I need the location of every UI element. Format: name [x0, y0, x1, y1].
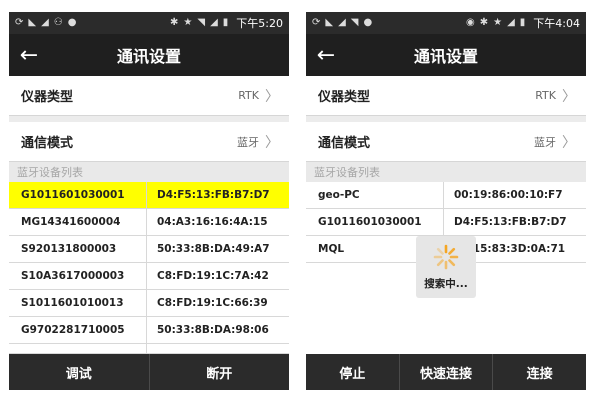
chevron-right-icon: 〉 [562, 134, 576, 151]
device-row[interactable]: geo-PC 00:19:86:00:10:F7 [306, 182, 586, 209]
chevron-right-icon: 〉 [265, 88, 279, 105]
device-row[interactable]: G1011601030001 D4:F5:13:FB:B7:D7 [9, 182, 289, 209]
wifi-icon: ◥ [197, 17, 206, 28]
android-icon: ● [67, 17, 77, 28]
device-name: G1011601030001 [306, 209, 444, 235]
wifi-icon: ◥ [350, 17, 359, 28]
battery-icon: ▮ [519, 17, 526, 28]
status-right-icons: ◉ ✱ ★ ◢ ▮ 下午4:04 [466, 15, 580, 31]
star-icon: ★ [183, 17, 193, 28]
status-bar: ⟳ ◣ ◢ ⚇ ● ✱ ★ ◥ ◢ ▮ 下午5:20 [9, 12, 289, 34]
device-mac: C8:FD:19:1C:66:39 [157, 297, 268, 309]
mute-icon: ◣ [325, 17, 334, 28]
sync-icon: ⟳ [312, 17, 321, 28]
stop-button[interactable]: 停止 [306, 354, 400, 390]
device-name: geo-PC [306, 182, 444, 208]
device-mac: D4:F5:13:FB:B7:D7 [454, 216, 567, 228]
device-row[interactable]: G9702281710005 50:33:8B:DA:98:06 [9, 317, 289, 344]
status-bar: ⟳ ◣ ◢ ◥ ● ◉ ✱ ★ ◢ ▮ 下午4:04 [306, 12, 586, 34]
setting-label: 仪器类型 [318, 90, 371, 105]
location-icon: ◉ [465, 17, 475, 28]
setting-instrument-type[interactable]: 仪器类型 RTK 〉 [306, 76, 586, 116]
device-row[interactable]: MG14341600004 04:A3:16:16:4A:15 [9, 209, 289, 236]
quick-connect-button[interactable]: 快速连接 [400, 354, 494, 390]
device-row[interactable]: S1011601010013 C8:FD:19:1C:66:39 [9, 290, 289, 317]
device-row[interactable]: G1011601030001 D4:F5:13:FB:B7:D7 [306, 209, 586, 236]
device-row-partial [9, 344, 289, 354]
device-row[interactable]: S920131800003 50:33:8B:DA:49:A7 [9, 236, 289, 263]
setting-label: 仪器类型 [21, 90, 74, 105]
signal-icon: ◢ [507, 17, 515, 28]
bottom-toolbar: 停止 快速连接 连接 [306, 354, 586, 390]
bluetooth-icon: ✱ [170, 17, 179, 28]
spinner-icon [433, 244, 459, 269]
device-mac: D4:F5:13:FB:B7:D7 [157, 189, 270, 201]
section-header: 蓝牙设备列表 [306, 162, 586, 182]
device-list: G1011601030001 D4:F5:13:FB:B7:D7 MG14341… [9, 182, 289, 354]
connect-button[interactable]: 连接 [493, 354, 586, 390]
device-name: S10A3617000003 [9, 263, 147, 289]
setting-label: 通信模式 [21, 136, 74, 151]
battery-icon: ▮ [222, 17, 229, 28]
setting-comm-mode[interactable]: 通信模式 蓝牙〉 [9, 122, 289, 162]
setting-instrument-type[interactable]: 仪器类型 RTK 〉 [9, 76, 289, 116]
usb-icon: ⚇ [53, 17, 63, 28]
setting-label: 通信模式 [318, 136, 371, 151]
status-right-icons: ✱ ★ ◥ ◢ ▮ 下午5:20 [170, 15, 283, 31]
device-mac: 00:19:86:00:10:F7 [454, 189, 563, 201]
loading-dialog: 搜索中... [416, 236, 476, 298]
setting-value: 蓝牙 [534, 135, 556, 149]
back-button[interactable]: ← [306, 34, 346, 76]
section-header: 蓝牙设备列表 [9, 162, 289, 182]
device-mac: C8:FD:19:1C:7A:42 [157, 270, 269, 282]
chevron-right-icon: 〉 [265, 134, 279, 151]
left-screen: ⟳ ◣ ◢ ⚇ ● ✱ ★ ◥ ◢ ▮ 下午5:20 ← 通讯设置 仪器类型 R… [9, 12, 289, 390]
bottom-toolbar: 调试 断开 [9, 354, 289, 390]
star-icon: ★ [493, 17, 503, 28]
android-icon: ● [363, 17, 373, 28]
app-bar: ← 通讯设置 [306, 34, 586, 76]
status-time: 下午5:20 [236, 17, 283, 30]
signal-off-icon: ◢ [338, 17, 346, 28]
right-screen: ⟳ ◣ ◢ ◥ ● ◉ ✱ ★ ◢ ▮ 下午4:04 ← 通讯设置 仪器类型 R… [306, 12, 586, 390]
page-title: 通讯设置 [413, 47, 478, 66]
mute-icon: ◣ [28, 17, 37, 28]
device-mac: 50:33:8B:DA:49:A7 [157, 243, 270, 255]
back-arrow-icon: ← [316, 42, 336, 68]
sync-icon: ⟳ [15, 17, 24, 28]
device-row[interactable]: S10A3617000003 C8:FD:19:1C:7A:42 [9, 263, 289, 290]
setting-value: RTK [238, 89, 259, 102]
setting-comm-mode[interactable]: 通信模式 蓝牙〉 [306, 122, 586, 162]
setting-value: 蓝牙 [237, 135, 259, 149]
device-name: S1011601010013 [9, 290, 147, 316]
device-mac: 50:33:8B:DA:98:06 [157, 324, 269, 336]
signal-off-icon: ◢ [41, 17, 49, 28]
device-name: MG14341600004 [9, 209, 147, 235]
loading-text: 搜索中... [424, 277, 468, 290]
app-bar: ← 通讯设置 [9, 34, 289, 76]
device-name: G1011601030001 [9, 182, 147, 208]
setting-value: RTK [535, 89, 556, 102]
chevron-right-icon: 〉 [562, 88, 576, 105]
back-arrow-icon: ← [19, 42, 39, 68]
device-mac: 04:A3:16:16:4A:15 [157, 216, 268, 228]
signal-icon: ◢ [210, 17, 218, 28]
status-left-icons: ⟳ ◣ ◢ ◥ ● [312, 18, 372, 28]
debug-button[interactable]: 调试 [9, 354, 150, 390]
disconnect-button[interactable]: 断开 [150, 354, 290, 390]
page-title: 通讯设置 [116, 47, 181, 66]
device-name: S920131800003 [9, 236, 147, 262]
back-button[interactable]: ← [9, 34, 49, 76]
bluetooth-icon: ✱ [479, 17, 489, 28]
status-time: 下午4:04 [533, 17, 580, 30]
device-name: G9702281710005 [9, 317, 147, 343]
status-left-icons: ⟳ ◣ ◢ ⚇ ● [15, 18, 77, 28]
